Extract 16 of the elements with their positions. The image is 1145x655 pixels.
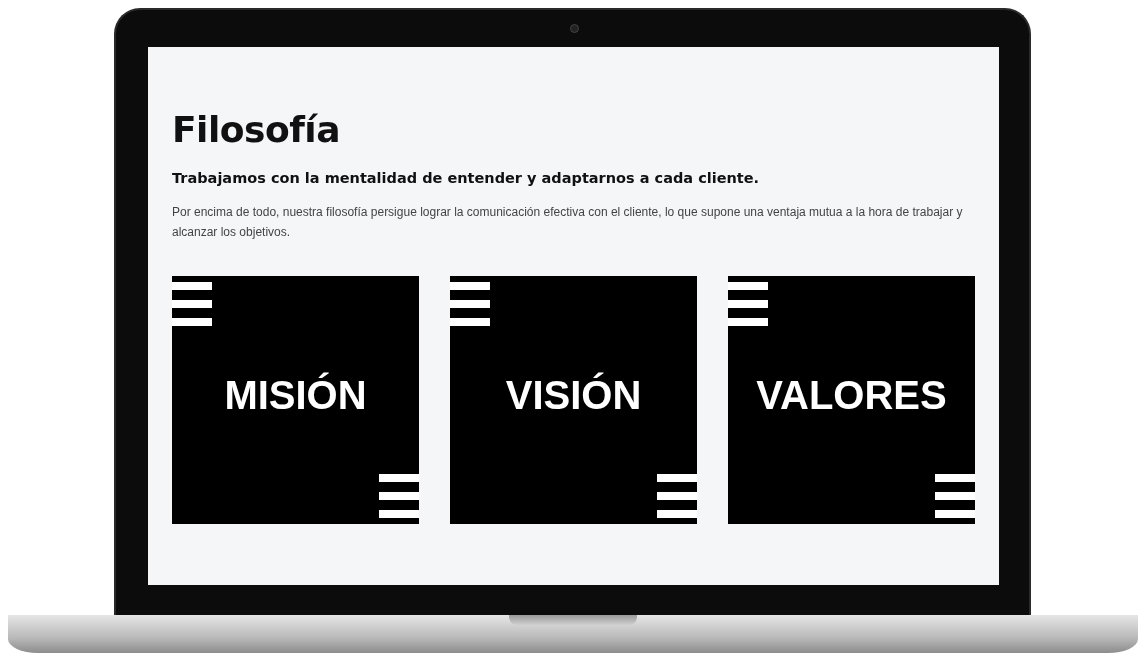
- card-title: VALORES: [756, 372, 947, 418]
- stripes-icon: [657, 474, 697, 518]
- stripes-icon: [379, 474, 419, 518]
- card-title: MISIÓN: [224, 372, 367, 418]
- camera-icon: [570, 24, 579, 33]
- card[interactable]: VALORES: [728, 276, 975, 524]
- subtitle: Trabajamos con la mentalidad de entender y adaptarnos a cada cliente.: [172, 170, 761, 186]
- stripes-icon: [935, 474, 975, 518]
- card[interactable]: MISIÓN: [172, 276, 419, 524]
- page-title: Filosofía: [172, 109, 341, 150]
- stripes-icon: [728, 282, 768, 326]
- stripes-icon: [450, 282, 490, 326]
- card-title: VISIÓN: [505, 372, 642, 418]
- stripes-icon: [172, 282, 212, 326]
- intro-paragraph: Por encima de todo, nuestra filosofía persigue lograr la comunicación efectiva con el cliente, lo que supone una ventaja mutua a la hora de trabajar y alcanzar los objetivos.: [172, 204, 964, 241]
- card[interactable]: VISIÓN: [450, 276, 697, 524]
